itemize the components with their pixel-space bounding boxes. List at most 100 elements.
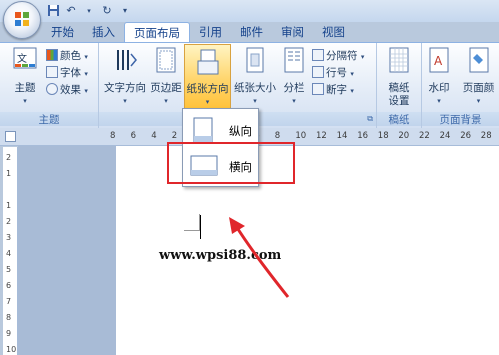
vertical-ruler-tick-label: 9 [6, 329, 12, 338]
customize-icon[interactable]: ▾ [118, 4, 132, 18]
manuscript-settings-button[interactable]: 稿纸 设置 [381, 46, 417, 108]
size-button[interactable]: 纸张大小 ▾ [231, 46, 279, 108]
ruler-tick-label: 28 [480, 131, 492, 141]
theme-group-label: 主题 [0, 112, 98, 126]
effects-icon [46, 83, 58, 95]
undo-icon[interactable]: ↶ [64, 4, 78, 18]
tab-selector[interactable] [5, 131, 16, 142]
ruler-tick-label: 6 [130, 131, 137, 141]
save-icon[interactable] [46, 4, 60, 18]
theme-icon: 文 [13, 47, 37, 69]
orientation-label: 纸张方向 [186, 83, 229, 95]
page-size-icon [246, 47, 264, 73]
manuscript-label-1: 稿纸 [388, 82, 410, 94]
page-background-group: A 水印 ▾ 页面颜 ▾ 页面背景 [422, 43, 499, 128]
colors-icon [46, 49, 58, 61]
vertical-ruler-tick-label: 10 [6, 345, 17, 354]
page-color-button[interactable]: 页面颜 ▾ [458, 46, 499, 108]
line-numbers-button[interactable]: 行号 ▾ [312, 66, 354, 81]
svg-text:A: A [434, 54, 443, 68]
watermark-label: 水印 [428, 82, 450, 94]
chevron-down-icon: ▾ [23, 97, 27, 105]
chevron-down-icon: ▾ [253, 97, 257, 105]
ruler-tick-label: 10 [295, 131, 307, 141]
manuscript-group: 稿纸 设置 稿纸 [377, 43, 422, 128]
vertical-ruler-tick-label: 6 [6, 281, 12, 290]
vertical-ruler-tick-label: 4 [6, 249, 12, 258]
vertical-ruler-tick-label: 2 [6, 153, 12, 162]
watermark-icon: A [429, 47, 449, 73]
chevron-down-icon: ▾ [437, 97, 441, 105]
orientation-button[interactable]: 纸张方向 ▾ [184, 44, 231, 110]
tab-view[interactable]: 视图 [313, 22, 354, 42]
margin-corner-mark [184, 230, 200, 231]
manuscript-icon [389, 47, 409, 73]
vertical-ruler-tick-label: 2 [6, 217, 12, 226]
redo-icon[interactable]: ↻ [100, 4, 114, 18]
quick-access-toolbar: ↶ ▾ ↻ ▾ [46, 3, 132, 19]
office-logo-icon [15, 12, 29, 26]
vertical-ruler-tick-label: 7 [6, 297, 12, 306]
breaks-icon [312, 49, 324, 61]
ruler-tick-label: 8 [274, 131, 281, 141]
site-watermark: www.wpsi88.com [159, 248, 282, 263]
fonts-button[interactable]: 字体 ▾ [46, 66, 88, 81]
hyphenation-button[interactable]: 断字 ▾ [312, 83, 354, 98]
ruler-tick-label: 16 [357, 131, 369, 141]
margins-button[interactable]: 页边距 ▾ [149, 46, 183, 108]
ribbon-tabs: 开始 插入 页面布局 引用 邮件 审阅 视图 [42, 22, 354, 43]
text-direction-button[interactable]: 文字方向 ▾ [101, 46, 149, 108]
ruler-tick-label: 4 [151, 131, 157, 141]
tab-review[interactable]: 审阅 [272, 22, 313, 42]
portrait-label: 纵向 [229, 124, 252, 138]
hyphenation-icon [312, 83, 324, 95]
ruler-tick-label: 18 [377, 131, 389, 141]
chevron-down-icon: ▾ [292, 97, 296, 105]
watermark-button[interactable]: A 水印 ▾ [424, 46, 454, 108]
colors-button[interactable]: 颜色 ▾ [46, 49, 88, 64]
tab-home[interactable]: 开始 [42, 22, 83, 42]
office-button[interactable] [3, 1, 41, 39]
effects-button[interactable]: 效果 ▾ [46, 83, 88, 98]
columns-icon [284, 47, 304, 73]
ruler-tick-label: 20 [398, 131, 410, 141]
manuscript-label-2: 设置 [388, 95, 410, 107]
tab-insert[interactable]: 插入 [83, 22, 124, 42]
breaks-button[interactable]: 分隔符 ▾ [312, 49, 364, 64]
columns-label: 分栏 [283, 82, 305, 94]
chevron-down-icon: ▾ [164, 97, 168, 105]
tab-references[interactable]: 引用 [190, 22, 231, 42]
ruler-tick-label: 26 [460, 131, 472, 141]
text-direction-label: 文字方向 [104, 82, 146, 94]
page-color-label: 页面颜 [462, 82, 495, 94]
fonts-icon [46, 66, 58, 78]
theme-label: 主题 [14, 82, 36, 94]
vertical-ruler-tick-label: 3 [6, 233, 12, 242]
margins-label: 页边距 [150, 82, 182, 94]
orientation-icon [197, 49, 218, 75]
vertical-ruler-tick-label: 1 [6, 201, 12, 210]
margins-icon [156, 47, 176, 73]
ruler-tick-label: 8 [110, 131, 116, 141]
ruler-tick-label: 24 [439, 131, 451, 141]
ruler-tick-label: 12 [316, 131, 327, 141]
vertical-ruler-tick-label: 1 [6, 169, 12, 178]
ruler-tick-label: 14 [336, 131, 348, 141]
columns-button[interactable]: 分栏 ▾ [279, 46, 309, 108]
tab-page-layout[interactable]: 页面布局 [124, 22, 190, 43]
chevron-down-icon[interactable]: ▾ [82, 4, 96, 18]
vertical-ruler-tick-label: 5 [6, 265, 12, 274]
text-cursor [200, 215, 201, 239]
page-color-icon [469, 47, 488, 73]
dialog-launcher-icon[interactable]: ⧉ [367, 114, 373, 124]
svg-text:文: 文 [17, 52, 27, 65]
theme-button[interactable]: 文 主题 ▾ [8, 46, 42, 108]
theme-group: 文 主题 ▾ 颜色 ▾ 字体 ▾ 效果 ▾ 主题 [0, 43, 99, 128]
ruler-tick-label: 22 [419, 131, 430, 141]
chevron-down-icon: ▾ [476, 97, 481, 105]
vertical-ruler[interactable]: 2 1 1 2 3 4 5 6 7 8 9 10 [3, 147, 18, 355]
size-label: 纸张大小 [234, 82, 276, 94]
ruler-tick-label: 2 [171, 131, 178, 141]
page-background-group-label: 页面背景 [422, 112, 499, 126]
tab-mailings[interactable]: 邮件 [231, 22, 272, 42]
